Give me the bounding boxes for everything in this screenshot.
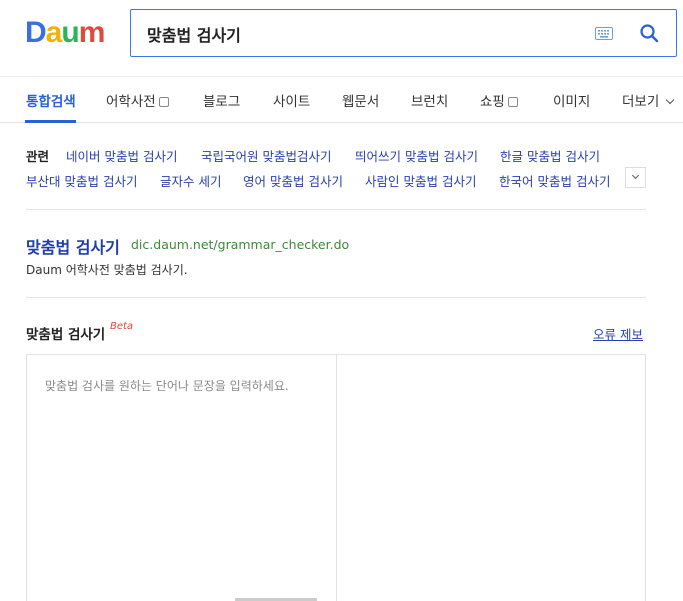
search-box [130,9,677,57]
tab-web-documents[interactable]: 웹문서 [342,90,379,110]
related-item[interactable]: 한국어 맞춤법 검사기 [499,171,610,190]
daum-logo[interactable]: Daum [25,16,105,50]
tab-more[interactable]: 더보기 [622,90,675,110]
tab-blog[interactable]: 블로그 [203,90,240,110]
result-description: Daum 어학사전 맞춤법 검사기. [26,263,188,277]
related-item[interactable]: 띄어쓰기 맞춤법 검사기 [355,146,478,165]
checker-result-pane [337,355,647,601]
related-expand-button[interactable] [625,167,646,188]
result-title-link[interactable]: 맞춤법 검사기 [26,234,120,258]
tab-all[interactable]: 통합검색 [26,90,76,110]
related-item[interactable]: 부산대 맞춤법 검사기 [26,171,137,190]
result-url[interactable]: dic.daum.net/grammar_checker.do [131,237,349,252]
checker-input-pane [27,355,337,601]
divider [26,209,646,210]
related-item[interactable]: 사람인 맞춤법 검사기 [365,171,476,190]
tab-site[interactable]: 사이트 [273,90,310,110]
tab-dictionary[interactable]: 어학사전 [106,90,169,110]
related-item[interactable]: 영어 맞춤법 검사기 [243,171,343,190]
related-item[interactable]: 한글 맞춤법 검사기 [500,146,600,165]
keyboard-icon[interactable] [595,27,613,40]
new-window-icon [507,97,518,107]
related-item[interactable]: 네이버 맞춤법 검사기 [66,146,177,165]
search-input[interactable] [147,22,567,46]
tab-brunch[interactable]: 브런치 [411,90,448,110]
chevron-down-icon [666,95,675,105]
chevron-down-icon [631,171,640,180]
checker-panel [26,354,646,601]
related-item[interactable]: 글자수 세기 [160,171,221,190]
divider [26,297,646,298]
related-item[interactable]: 국립국어원 맞춤법검사기 [201,146,331,165]
report-error-link[interactable]: 오류 제보 [593,324,643,343]
search-icon[interactable] [639,23,659,43]
new-window-icon [158,97,169,107]
tab-shopping[interactable]: 쇼핑 [480,90,518,110]
tab-bar: 통합검색 어학사전 블로그 사이트 웹문서 브런치 쇼핑 이미지 더보기 [0,76,683,123]
related-label: 관련 [26,149,50,164]
beta-badge: Beta [110,321,134,332]
tab-images[interactable]: 이미지 [553,90,590,110]
checker-textarea[interactable] [45,377,325,577]
active-tab-indicator [25,120,76,123]
checker-title: 맞춤법 검사기 [26,327,106,343]
